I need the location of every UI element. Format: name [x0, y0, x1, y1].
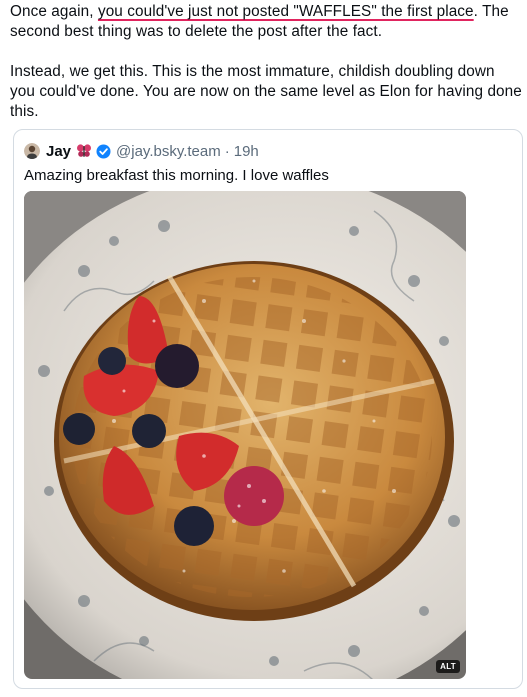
quote-header: Jay @jay.bsky.team · 19h [24, 140, 259, 162]
post-lead-text: Once again, [10, 3, 98, 20]
post-timestamp[interactable]: 19h [234, 143, 259, 160]
author-name[interactable]: Jay [46, 143, 71, 160]
waffle-photo[interactable]: ALT [24, 191, 466, 679]
butterfly-icon [76, 143, 92, 159]
verified-badge-icon [96, 144, 111, 159]
alt-text-button[interactable]: ALT [436, 660, 460, 673]
separator-dot: · [224, 142, 230, 160]
waffle-photo-illustration [24, 191, 466, 679]
avatar[interactable] [24, 143, 40, 159]
quote-text: Amazing breakfast this morning. I love w… [24, 167, 329, 184]
post-paragraph-2: Instead, we get this. This is the most i… [10, 63, 522, 120]
underlined-text: you could've just not posted "WAFFLES" t… [97, 3, 474, 20]
post-paragraph-1: Once again, you could've just not posted… [10, 2, 522, 42]
post-body: Once again, you could've just not posted… [10, 2, 522, 142]
author-handle[interactable]: @jay.bsky.team [116, 143, 221, 160]
quote-post-card[interactable]: Jay @jay.bsky.team · 19h Amazing breakfa… [13, 129, 523, 689]
